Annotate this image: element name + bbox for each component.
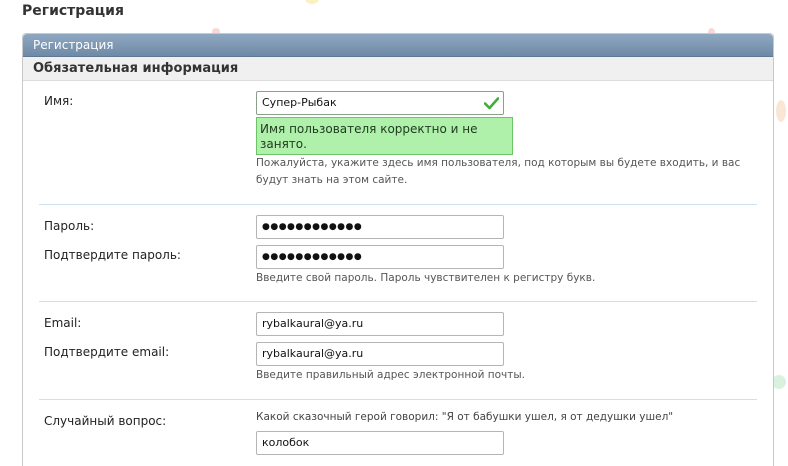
confirm-password-label: Подтвердите пароль: [44, 248, 181, 262]
confirm-email-label: Подтвердите email: [44, 345, 170, 359]
confirm-email-input[interactable]: rybalkaural@ya.ru [256, 342, 504, 366]
registration-panel: Регистрация Обязательная информация Имя:… [22, 33, 774, 466]
username-value: Супер-Рыбак [262, 96, 337, 109]
username-status-message: Имя пользователя корректно и не занято. [256, 117, 513, 155]
section-title: Обязательная информация [23, 57, 773, 81]
background-decoration [772, 375, 786, 389]
section-divider [39, 204, 757, 205]
email-label: Email: [44, 316, 82, 330]
section-divider [39, 301, 757, 302]
password-input[interactable]: ●●●●●●●●●●●● [256, 215, 504, 239]
username-hint: Пожалуйста, укажите здесь имя пользовате… [256, 157, 741, 186]
email-hint: Введите правильный адрес электронной поч… [256, 369, 526, 381]
password-label: Пароль: [44, 219, 95, 233]
password-hint: Введите свой пароль. Пароль чувствителен… [256, 272, 596, 284]
random-question-label: Случайный вопрос: [44, 414, 167, 428]
check-icon [484, 97, 499, 110]
section-divider [39, 399, 757, 400]
background-decoration [776, 100, 786, 122]
username-label: Имя: [44, 94, 74, 108]
email-input[interactable]: rybalkaural@ya.ru [256, 312, 504, 336]
confirm-password-input[interactable]: ●●●●●●●●●●●● [256, 245, 504, 269]
page-title: Регистрация [22, 3, 124, 19]
background-decoration [305, 0, 319, 4]
panel-header: Регистрация [23, 34, 773, 57]
random-question-text: Какой сказочный герой говорил: "Я от баб… [256, 411, 674, 423]
random-question-answer-input[interactable]: колобок [256, 431, 504, 455]
username-input[interactable]: Супер-Рыбак [256, 91, 504, 115]
